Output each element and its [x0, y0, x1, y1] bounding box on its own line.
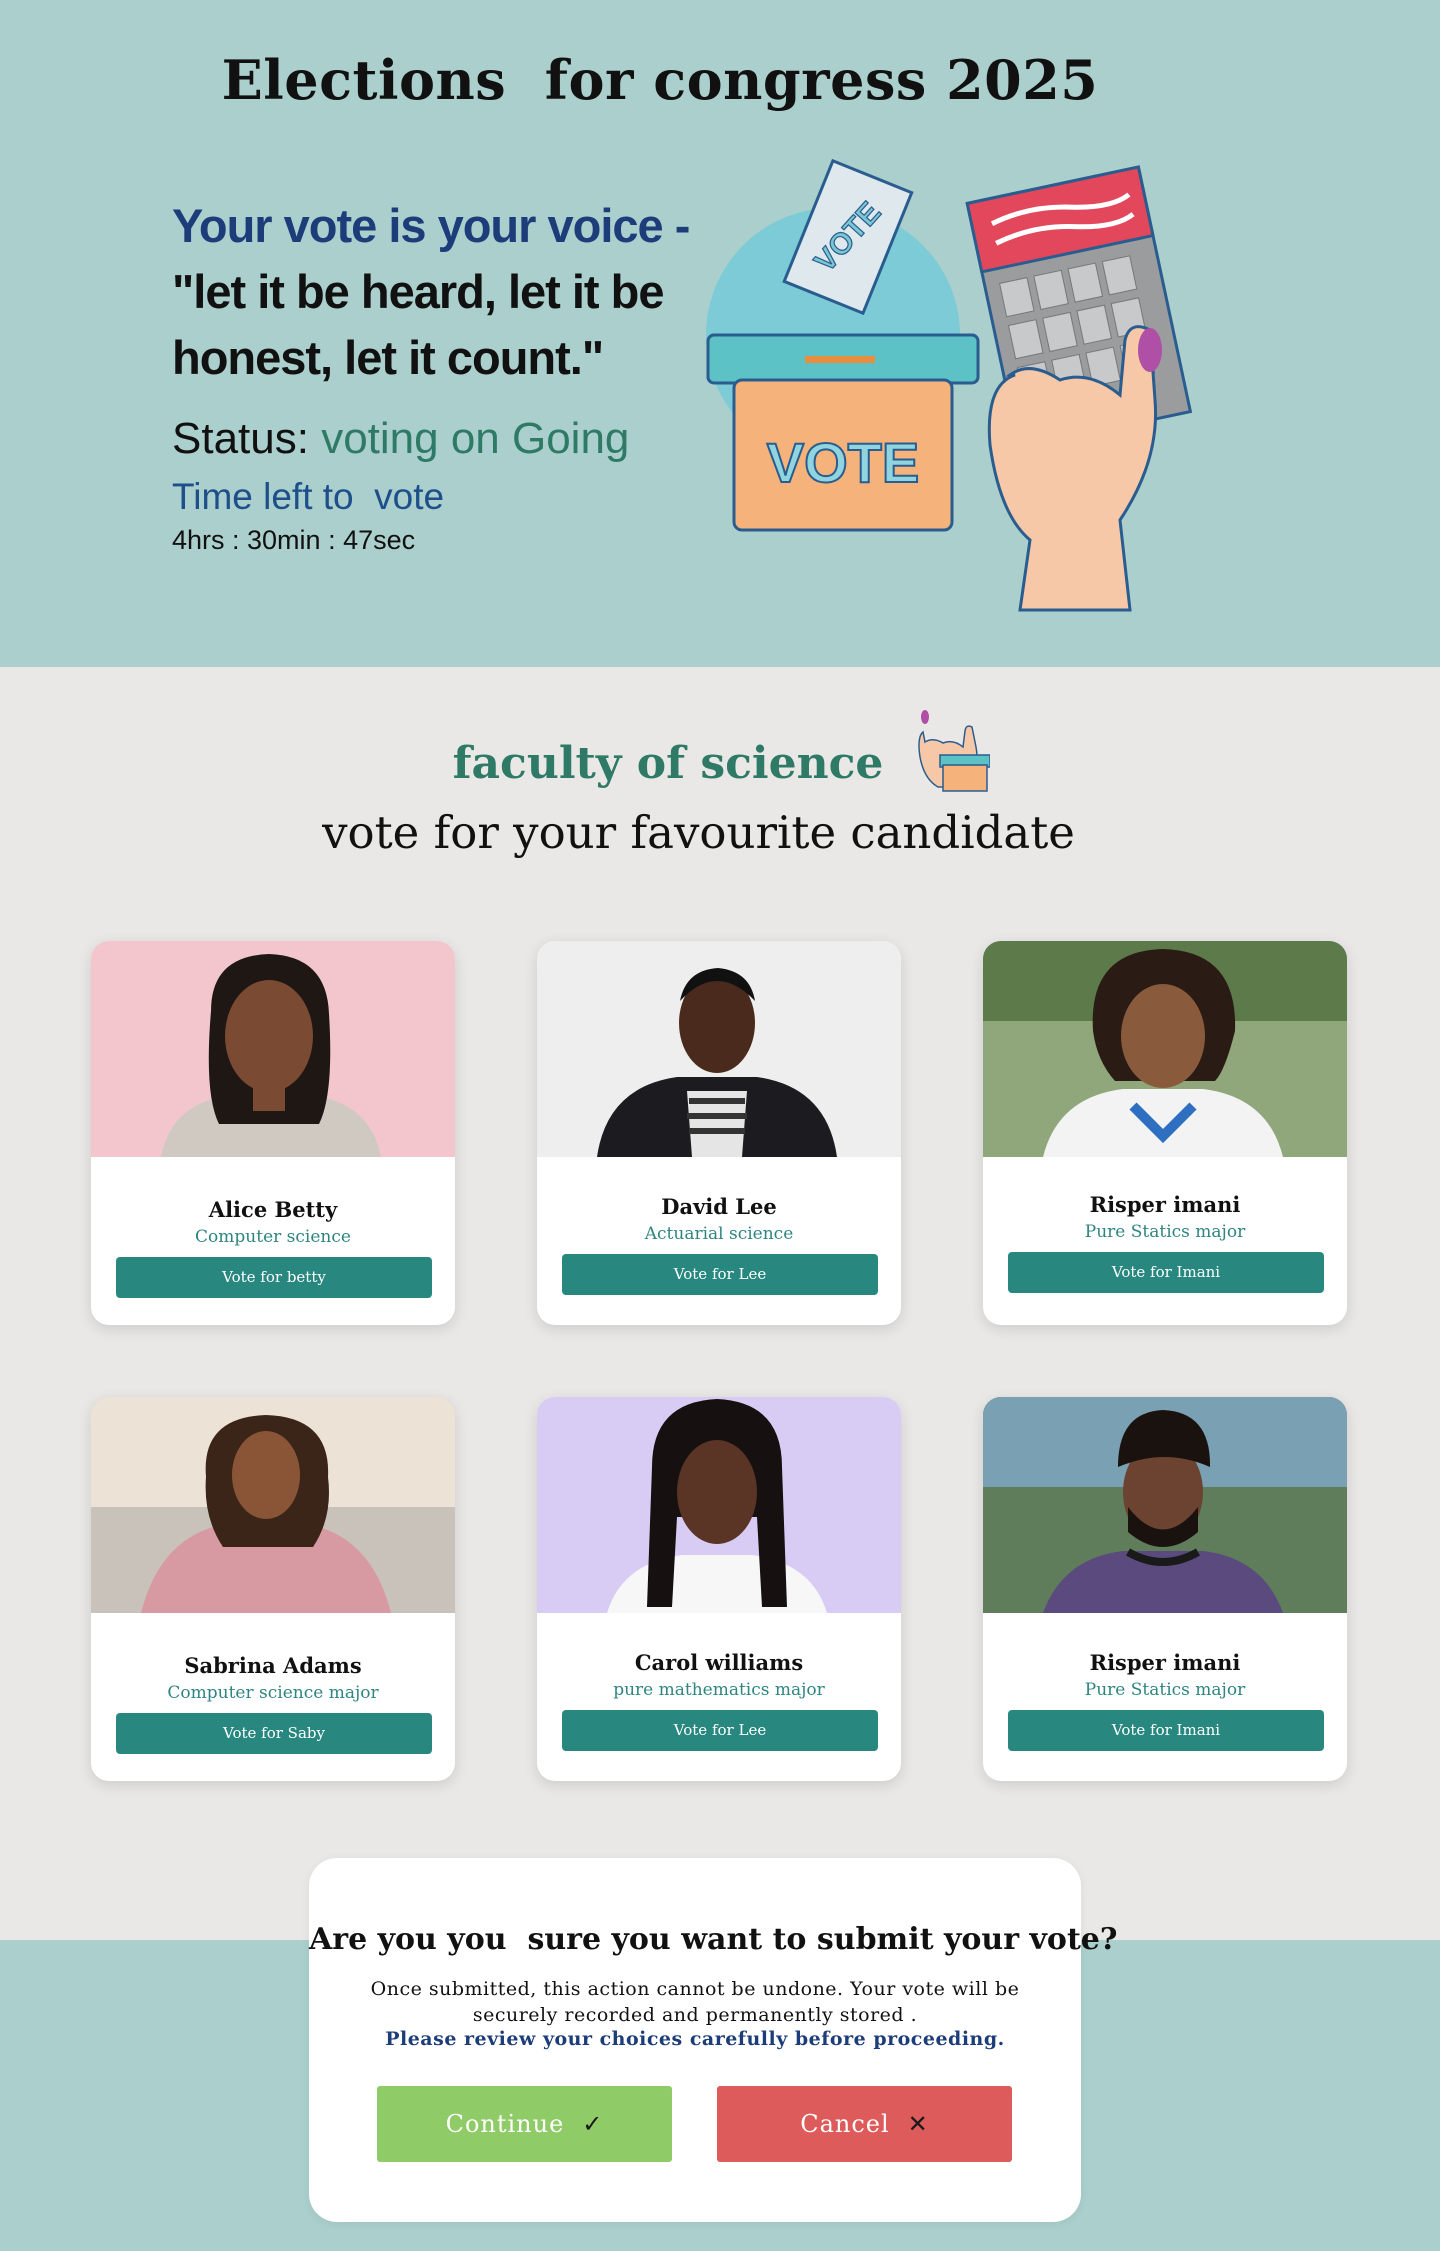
- candidate-name: Sabrina Adams: [184, 1653, 362, 1678]
- candidate-card: David Lee Actuarial science Vote for Lee: [537, 941, 901, 1325]
- page-title: Elections for congress 2025: [221, 48, 1099, 112]
- vote-button[interactable]: Vote for betty: [116, 1257, 432, 1298]
- candidate-photo: [983, 941, 1347, 1157]
- status-label: Status:: [172, 414, 322, 463]
- time-left-label: Time left to vote: [172, 476, 445, 517]
- vote-button[interactable]: Vote for Imani: [1008, 1252, 1324, 1293]
- continue-label: Continue: [445, 2110, 565, 2138]
- candidate-card: Risper imani Pure Statics major Vote for…: [983, 1397, 1347, 1781]
- candidate-major: Actuarial science: [644, 1224, 794, 1244]
- vote-button[interactable]: Vote for Lee: [562, 1710, 878, 1751]
- candidate-name: Risper imani: [1089, 1650, 1241, 1675]
- vote-button[interactable]: Vote for Imani: [1008, 1710, 1324, 1751]
- candidate-major: Computer science: [195, 1227, 351, 1247]
- candidate-name: David Lee: [661, 1194, 777, 1219]
- dialog-question: Are you you sure you want to submit your…: [309, 1922, 1118, 1957]
- candidate-photo: [537, 1397, 901, 1613]
- box-label: VOTE: [767, 431, 919, 494]
- candidate-card: Alice Betty Computer science Vote for be…: [91, 941, 455, 1325]
- dialog-body: Once submitted, this action cannot be un…: [369, 1976, 1021, 2028]
- slogan: Your vote is your voice - "let it be hea…: [172, 193, 712, 391]
- candidate-major: Computer science major: [167, 1683, 379, 1703]
- status-value: voting on Going: [321, 414, 630, 463]
- slogan-line-1: Your vote is your voice -: [172, 199, 690, 252]
- close-icon: ✕: [907, 2110, 929, 2138]
- candidate-photo: [537, 941, 901, 1157]
- candidate-major: Pure Statics major: [1084, 1222, 1246, 1242]
- continue-button[interactable]: Continue ✓: [377, 2086, 672, 2162]
- candidate-card: Sabrina Adams Computer science major Vot…: [91, 1397, 455, 1781]
- voting-status: Status: voting on Going: [172, 414, 629, 464]
- vote-hand-icon: [918, 710, 990, 792]
- candidate-name: Carol williams: [634, 1650, 804, 1675]
- dialog-body-line-1: Once submitted, this action cannot be un…: [370, 1978, 1020, 2000]
- cancel-label: Cancel: [800, 2110, 890, 2138]
- ballot-box-illustration: VOTE VOTE: [706, 158, 1193, 612]
- candidate-photo: [983, 1397, 1347, 1613]
- vote-button[interactable]: Vote for Lee: [562, 1254, 878, 1295]
- candidate-name: Risper imani: [1089, 1192, 1241, 1217]
- candidate-card: Risper imani Pure Statics major Vote for…: [983, 941, 1347, 1325]
- candidate-photo: [91, 1397, 455, 1613]
- cancel-button[interactable]: Cancel ✕: [717, 2086, 1012, 2162]
- candidate-major: Pure Statics major: [1084, 1680, 1246, 1700]
- dialog-review-note: Please review your choices carefully bef…: [385, 2028, 1005, 2050]
- confirm-dialog: Are you you sure you want to submit your…: [309, 1858, 1118, 2222]
- vote-button[interactable]: Vote for Saby: [116, 1713, 432, 1754]
- slogan-line-2: "let it be heard, let it be honest, let …: [172, 265, 665, 384]
- hero-banner: Elections for congress 2025 Your vote is…: [0, 0, 1440, 667]
- dialog-body-line-2: securely recorded and permanently stored…: [472, 2004, 918, 2026]
- candidate-photo: [91, 941, 455, 1157]
- candidate-major: pure mathematics major: [613, 1680, 825, 1700]
- faculty-heading: faculty of science: [452, 738, 884, 789]
- countdown-timer: 4hrs : 30min : 47sec: [172, 525, 416, 555]
- section-subtitle: vote for your favourite candidate: [322, 806, 1075, 859]
- check-icon: ✓: [582, 2110, 604, 2138]
- candidate-name: Alice Betty: [208, 1197, 338, 1222]
- candidate-card: Carol williams pure mathematics major Vo…: [537, 1397, 901, 1781]
